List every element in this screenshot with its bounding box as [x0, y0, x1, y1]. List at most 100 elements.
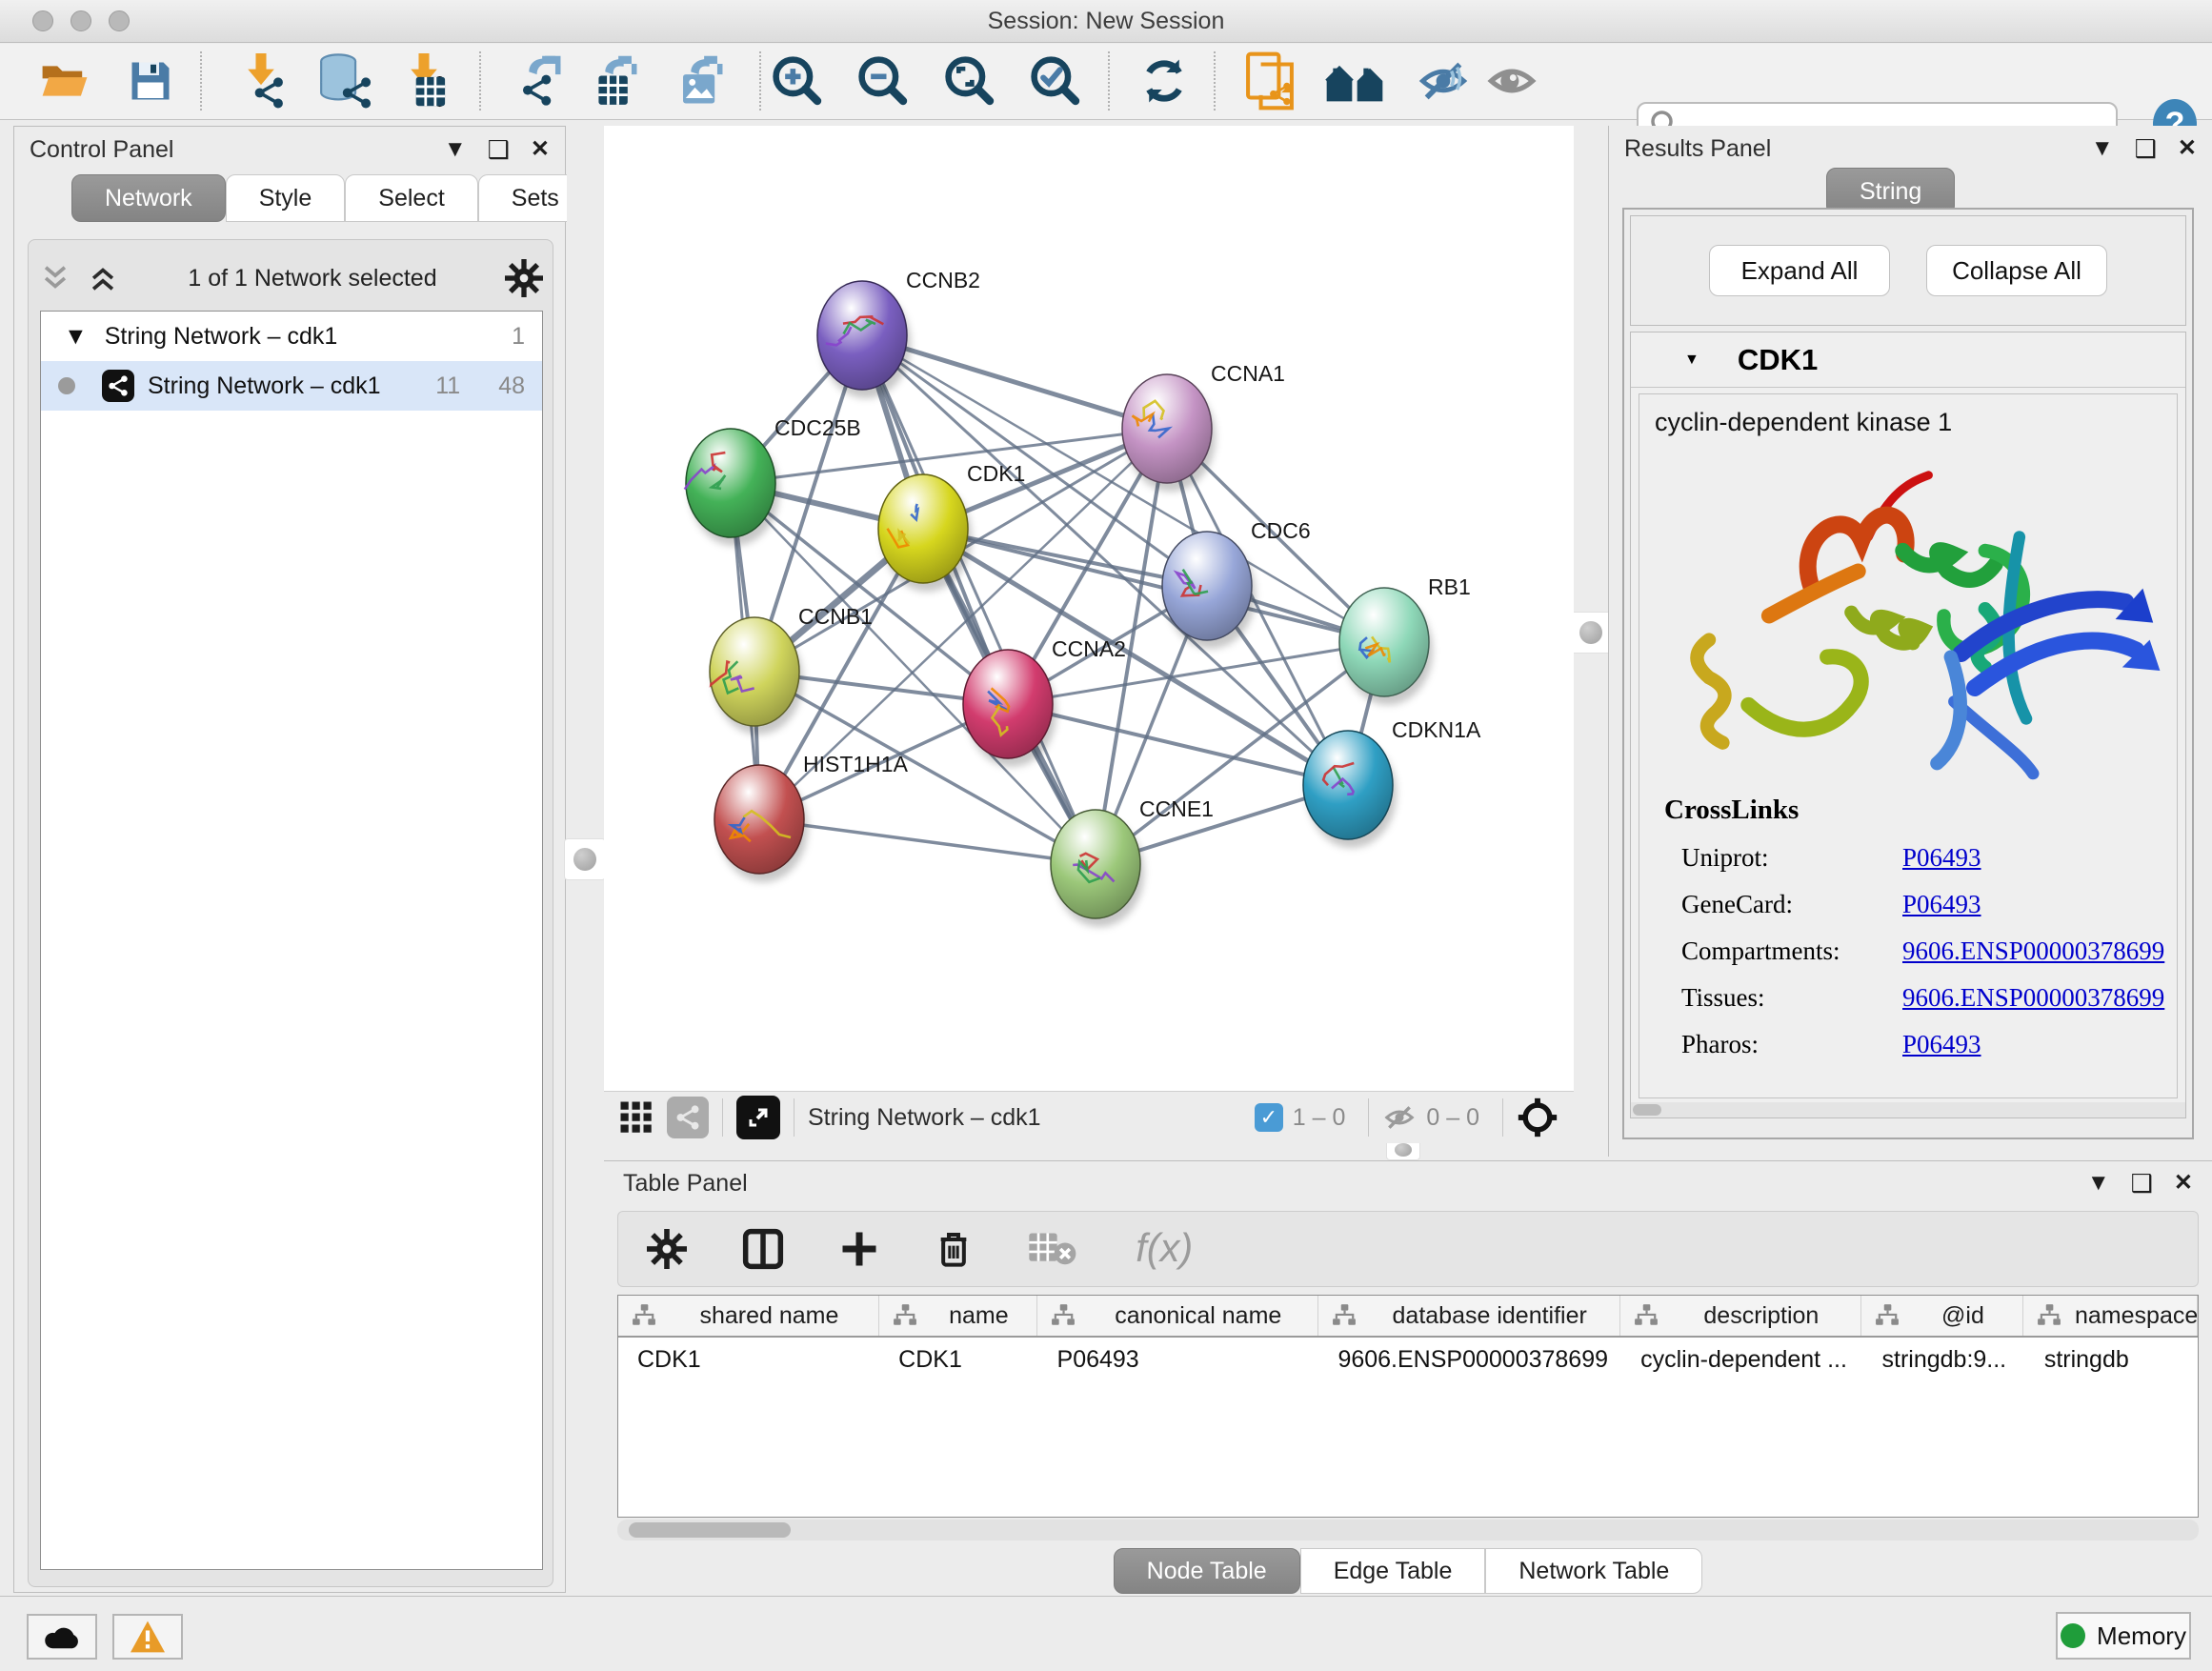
tab-style[interactable]: Style: [226, 174, 346, 222]
import-table-file-button[interactable]: [391, 50, 457, 112]
float-table-icon[interactable]: ▼: [2087, 1172, 2110, 1195]
right-splitter-grip[interactable]: [1570, 612, 1612, 654]
hide-selected-button[interactable]: [1410, 50, 1477, 112]
crosslink-row: Compartments:9606.ENSP00000378699: [1664, 936, 2179, 966]
clone-network-button[interactable]: [1237, 50, 1303, 112]
hidden-counts: 0 – 0: [1426, 1104, 1479, 1132]
delete-column-icon[interactable]: [935, 1228, 973, 1270]
column-header-namespace[interactable]: namespace: [2023, 1296, 2198, 1336]
edge-count: 48: [498, 372, 525, 400]
table-cell[interactable]: CDK1: [618, 1338, 879, 1381]
crosslink-link[interactable]: 9606.ENSP00000378699: [1902, 983, 2164, 1013]
protein-expander-icon[interactable]: ▼: [1684, 352, 1699, 369]
crosslink-link[interactable]: P06493: [1902, 1030, 1981, 1059]
float-panel-icon[interactable]: ▼: [444, 138, 467, 161]
grid-view-icon[interactable]: [619, 1100, 654, 1135]
tab-select[interactable]: Select: [345, 174, 477, 222]
protein-structure-image: [1649, 448, 2163, 791]
close-results-icon[interactable]: ✕: [2178, 137, 2197, 160]
crosslink-link[interactable]: 9606.ENSP00000378699: [1902, 936, 2164, 966]
node-ccnb2[interactable]: CCNB2: [817, 268, 980, 398]
network-view-canvas[interactable]: CCNB2CCNA1CDC25BCDK1CDC6RB1CCNB1CCNA2CDK…: [604, 126, 1574, 1091]
float-results-icon[interactable]: ▼: [2091, 137, 2114, 160]
table-cell[interactable]: CDK1: [879, 1338, 1037, 1381]
first-neighbors-button[interactable]: [1321, 50, 1388, 112]
zoom-in-button[interactable]: [764, 50, 831, 112]
zoom-out-button[interactable]: [850, 50, 916, 112]
export-image-button[interactable]: [667, 50, 734, 112]
node-ccna2[interactable]: CCNA2: [963, 636, 1126, 767]
close-table-icon[interactable]: ✕: [2174, 1172, 2193, 1195]
birds-eye-toggle-icon[interactable]: [1517, 1097, 1558, 1138]
table-cell[interactable]: stringdb: [2025, 1338, 2198, 1381]
tab-node-table[interactable]: Node Table: [1114, 1548, 1300, 1594]
column-header-database-identifier[interactable]: database identifier: [1318, 1296, 1620, 1336]
crosslink-link[interactable]: P06493: [1902, 843, 1981, 873]
save-session-button[interactable]: [117, 50, 184, 112]
collection-expander-icon[interactable]: ▼: [64, 323, 88, 351]
node-cdc6[interactable]: CDC6: [1162, 518, 1311, 649]
network-collection-row[interactable]: ▼ String Network – cdk1 1: [41, 312, 542, 361]
column-type-icon: [1875, 1303, 1900, 1328]
detach-view-icon[interactable]: [736, 1096, 780, 1139]
results-horizontal-scrollbar[interactable]: [1631, 1102, 2185, 1117]
table-cell[interactable]: P06493: [1038, 1338, 1319, 1381]
left-splitter-grip[interactable]: [564, 838, 606, 880]
column-header-description[interactable]: description: [1620, 1296, 1861, 1336]
node-rb1[interactable]: RB1: [1339, 574, 1471, 705]
crosslink-link[interactable]: P06493: [1902, 890, 1981, 919]
maximize-results-icon[interactable]: ❑: [2135, 136, 2157, 161]
collapse-all-icon[interactable]: [38, 262, 72, 294]
title-bar: Session: New Session: [0, 0, 2212, 43]
show-columns-icon[interactable]: [742, 1228, 784, 1270]
protein-name: CDK1: [1738, 343, 1818, 377]
collapse-all-button[interactable]: Collapse All: [1926, 245, 2107, 296]
cloud-button[interactable]: [27, 1614, 97, 1660]
apply-layout-button[interactable]: [1131, 50, 1197, 112]
node-label-ccne1: CCNE1: [1139, 796, 1214, 821]
tab-network-table[interactable]: Network Table: [1485, 1548, 1702, 1594]
delete-table-icon: [1028, 1232, 1077, 1266]
table-row[interactable]: CDK1CDK1P064939606.ENSP00000378699cyclin…: [618, 1338, 2198, 1381]
maximize-table-icon[interactable]: ❑: [2131, 1171, 2153, 1196]
import-network-file-button[interactable]: [228, 50, 294, 112]
table-cell[interactable]: cyclin-dependent ...: [1621, 1338, 1862, 1381]
export-table-button[interactable]: [581, 50, 648, 112]
memory-button[interactable]: Memory: [2056, 1612, 2191, 1660]
table-options-gear-icon[interactable]: [647, 1229, 687, 1269]
selected-nodes-checkbox[interactable]: ✓: [1255, 1103, 1283, 1132]
table-cell[interactable]: stringdb:9...: [1863, 1338, 2025, 1381]
zoom-fit-button[interactable]: [936, 50, 1003, 112]
crosslink-row: GeneCard:P06493: [1664, 890, 2179, 919]
export-network-button[interactable]: [505, 50, 572, 112]
expand-all-icon[interactable]: [86, 262, 120, 294]
expand-all-button[interactable]: Expand All: [1709, 245, 1890, 296]
node-hist1h1a[interactable]: HIST1H1A: [714, 752, 909, 882]
node-ccna1[interactable]: CCNA1: [1122, 361, 1285, 492]
node-cdkn1a[interactable]: CDKN1A: [1303, 717, 1481, 848]
network-view-icon[interactable]: [667, 1097, 709, 1138]
import-network-database-button[interactable]: [312, 50, 378, 112]
node-ccne1[interactable]: CCNE1: [1051, 796, 1214, 927]
warnings-button[interactable]: [112, 1614, 183, 1660]
open-session-button[interactable]: [31, 50, 98, 112]
zoom-selected-button[interactable]: [1022, 50, 1089, 112]
maximize-panel-icon[interactable]: ❑: [488, 137, 510, 162]
tab-network[interactable]: Network: [71, 174, 226, 222]
network-row[interactable]: String Network – cdk1 11 48: [41, 361, 542, 411]
node-label-hist1h1a: HIST1H1A: [803, 752, 909, 776]
tab-edge-table[interactable]: Edge Table: [1300, 1548, 1486, 1594]
column-header-canonical-name[interactable]: canonical name: [1037, 1296, 1318, 1336]
create-column-icon[interactable]: [839, 1229, 879, 1269]
show-all-button[interactable]: [1478, 50, 1545, 112]
node-table: shared namenamecanonical namedatabase id…: [617, 1295, 2199, 1518]
table-horizontal-scrollbar[interactable]: [617, 1520, 2199, 1540]
column-header-name[interactable]: name: [879, 1296, 1037, 1336]
column-header-shared-name[interactable]: shared name: [618, 1296, 879, 1336]
close-panel-icon[interactable]: ✕: [531, 138, 550, 161]
crosslinks-heading: CrossLinks: [1664, 795, 2179, 826]
column-header--id[interactable]: @id: [1861, 1296, 2023, 1336]
table-cell[interactable]: 9606.ENSP00000378699: [1318, 1338, 1621, 1381]
node-ccnb1[interactable]: CCNB1: [710, 604, 873, 735]
network-options-gear-icon[interactable]: [505, 259, 543, 297]
